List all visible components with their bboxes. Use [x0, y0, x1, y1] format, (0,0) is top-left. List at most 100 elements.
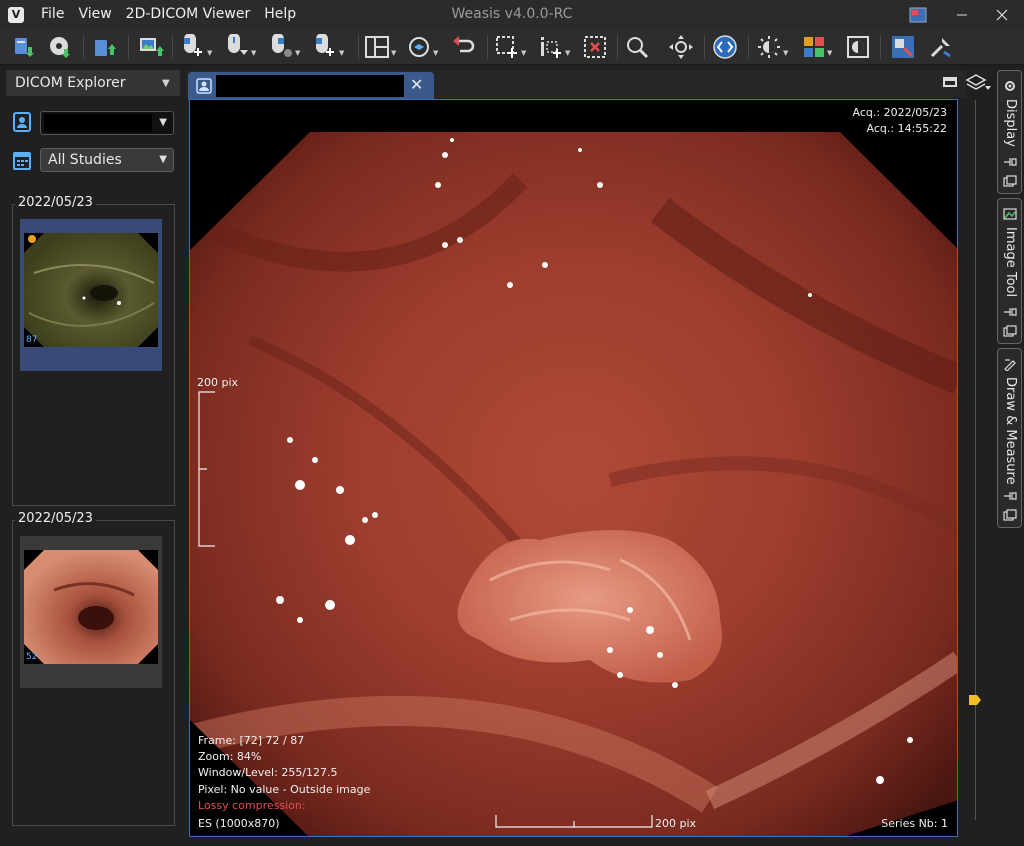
patient-tab-icon	[196, 78, 212, 94]
info-cursor-icon	[541, 36, 561, 58]
import-cd-button[interactable]	[48, 31, 72, 62]
series-frame-count-1: 87	[26, 335, 38, 345]
mouse-wheel-action-button[interactable]: ▼	[312, 31, 344, 62]
side-tab-image-tool-label: Image Tool	[1003, 227, 1018, 298]
layout-button[interactable]: ▼	[364, 31, 396, 62]
horizontal-scale-label: 200 pix	[655, 817, 697, 830]
viewer-tab[interactable]: ✕	[188, 72, 434, 100]
calendar-icon	[12, 149, 32, 173]
pin-icon	[1004, 308, 1017, 316]
weasis-logo-icon: V	[8, 6, 24, 23]
mouse-middle-action-button[interactable]: ▼	[224, 31, 256, 62]
maximize-window-button[interactable]	[942, 0, 982, 29]
pan-zoom-button[interactable]	[668, 31, 694, 62]
undock-icon	[1003, 175, 1017, 187]
invert-button[interactable]	[846, 31, 870, 62]
draw-measure-icon	[1004, 359, 1016, 371]
frame-slider-track[interactable]	[975, 100, 976, 820]
series-thumbnail-2[interactable]: 52	[20, 536, 162, 688]
frame-overlay: Frame: [72] 72 / 87	[198, 734, 305, 747]
maximize-viewer-icon[interactable]	[943, 77, 957, 87]
studies-combobox[interactable]: All Studies ▼	[40, 148, 174, 172]
export-icon	[95, 39, 116, 56]
study-date-1: 2022/05/23	[15, 195, 96, 210]
side-tab-draw-measure[interactable]: Draw & Measure	[997, 348, 1022, 528]
brightness-icon	[758, 35, 780, 58]
vertical-scale-label: 200 pix	[197, 376, 239, 389]
magnifier-icon	[627, 36, 649, 58]
acquisition-time-overlay: Acq.: 14:55:22	[866, 122, 947, 135]
display-gear-icon	[1005, 81, 1015, 91]
dicom-explorer-title: DICOM Explorer	[15, 75, 126, 91]
mouse-scroll-icon	[228, 33, 248, 55]
horizontal-scale-bar	[495, 815, 653, 828]
sync-icon	[409, 36, 429, 57]
app-icon-button[interactable]	[898, 0, 938, 29]
image-viewport[interactable]: Acq.: 2022/05/23 Acq.: 14:55:22 200 pix …	[189, 99, 958, 837]
study-date-2: 2022/05/23	[15, 511, 96, 526]
pin-icon	[1004, 492, 1017, 500]
dicom-explorer-header: DICOM Explorer ▼	[6, 70, 180, 96]
delete-selection-icon	[584, 35, 606, 58]
mouse-left-action-button[interactable]: ▼	[180, 31, 212, 62]
tools-icon	[930, 37, 951, 57]
series-thumbnail-image-1	[24, 233, 158, 347]
undock-icon	[1003, 325, 1017, 337]
import-dicom-button[interactable]	[12, 31, 36, 62]
explorer-menu-caret-icon[interactable]: ▼	[162, 78, 180, 89]
screenshot-icon	[892, 35, 914, 58]
viewer-tab-label	[216, 75, 404, 97]
synchronize-button[interactable]: ▼	[406, 31, 438, 62]
crosshair-tool-button[interactable]: ▼	[494, 31, 526, 62]
close-tab-icon[interactable]: ✕	[410, 75, 423, 94]
navigate-icon	[713, 34, 737, 59]
image-tool-icon	[1003, 208, 1017, 220]
undo-icon	[453, 35, 475, 52]
layers-icon	[965, 74, 991, 90]
studies-value: All Studies	[48, 152, 122, 168]
lut-button[interactable]: ▼	[802, 31, 832, 62]
menu-file[interactable]: File	[34, 0, 71, 29]
export-dicom-button[interactable]	[92, 31, 116, 62]
mouse-contrast-icon	[272, 33, 292, 57]
pin-icon	[1004, 158, 1017, 166]
patient-combobox[interactable]: ▼	[40, 111, 174, 135]
layers-button[interactable]	[965, 72, 991, 94]
side-tab-draw-measure-label: Draw & Measure	[1003, 377, 1018, 485]
series-number-overlay: Series Nb: 1	[881, 817, 948, 830]
lossy-compression-overlay: Lossy compression:	[198, 799, 306, 812]
export-image-button[interactable]	[138, 31, 164, 62]
series-thumbnail-image-2	[24, 550, 158, 664]
mouse-pan-icon	[184, 33, 202, 56]
menu-view[interactable]: View	[71, 0, 118, 29]
zoom-button[interactable]	[624, 31, 650, 62]
viewer-tab-strip: ✕	[186, 70, 966, 100]
reset-button[interactable]	[450, 31, 476, 62]
series-thumbnail-1[interactable]: 87	[20, 219, 162, 371]
delete-selection-button[interactable]	[582, 31, 608, 62]
presets-button[interactable]: ▼	[756, 31, 788, 62]
screenshot-button[interactable]	[890, 31, 916, 62]
import-icon	[15, 37, 34, 57]
close-window-button[interactable]	[982, 0, 1022, 29]
endoscopy-image	[190, 132, 957, 836]
title-bar: V File View 2D-DICOM Viewer Help Weasis …	[0, 0, 1024, 29]
new-series-dot-icon	[28, 235, 36, 243]
mouse-right-action-button[interactable]: ▼	[268, 31, 300, 62]
menu-help[interactable]: Help	[257, 0, 303, 29]
frame-slider-thumb[interactable]	[968, 694, 982, 706]
side-tab-display[interactable]: Display	[997, 70, 1022, 194]
acquisition-date-overlay: Acq.: 2022/05/23	[852, 106, 947, 119]
modality-size-overlay: ES (1000x870)	[198, 817, 280, 830]
zoom-pan-icon	[669, 34, 693, 59]
menu-2d-dicom-viewer[interactable]: 2D-DICOM Viewer	[119, 0, 258, 29]
dicom-tools-button[interactable]	[928, 31, 954, 62]
image-export-icon	[140, 37, 164, 56]
undock-icon	[1003, 509, 1017, 521]
info-layer-button[interactable]: ▼	[538, 31, 570, 62]
side-tab-image-tool[interactable]: Image Tool	[997, 198, 1022, 344]
chevron-down-icon: ▼	[159, 154, 167, 165]
navigation-button[interactable]	[712, 31, 738, 62]
invert-icon	[847, 35, 869, 58]
patient-icon	[12, 111, 32, 135]
